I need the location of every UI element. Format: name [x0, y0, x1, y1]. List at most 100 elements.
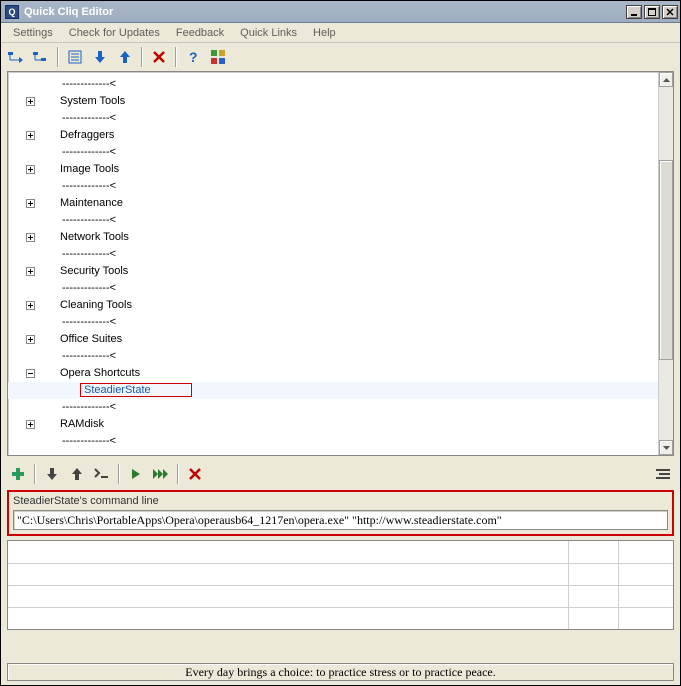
separator-label: -------------<	[61, 112, 117, 124]
maximize-button[interactable]	[644, 5, 660, 19]
arrow-up-icon[interactable]	[66, 463, 88, 485]
tree-separator[interactable]: -------------<	[8, 399, 658, 416]
menu-bar: Settings Check for Updates Feedback Quic…	[1, 23, 680, 43]
separator-icon	[118, 464, 120, 484]
separator-label: -------------<	[61, 401, 117, 413]
separator-label: -------------<	[61, 282, 117, 294]
separator-label: -------------<	[61, 78, 117, 90]
separator-icon	[177, 464, 179, 484]
tree-folder[interactable]: Defraggers	[8, 127, 658, 144]
play-icon[interactable]	[125, 463, 147, 485]
arrow-down-icon[interactable]	[41, 463, 63, 485]
plus-icon[interactable]	[7, 463, 29, 485]
scroll-up-button[interactable]	[659, 72, 673, 87]
command-line-input[interactable]	[13, 510, 668, 530]
tree-folder[interactable]: Maintenance	[8, 195, 658, 212]
tree-folder[interactable]: RAMdisk	[8, 416, 658, 433]
separator-label: -------------<	[61, 435, 117, 447]
app-icon: Q	[5, 5, 19, 19]
tree-folder[interactable]: Opera Shortcuts	[8, 365, 658, 382]
folder-label: Maintenance	[59, 197, 124, 209]
fast-forward-icon[interactable]	[150, 463, 172, 485]
separator-icon	[175, 47, 177, 67]
folder-label: Cleaning Tools	[59, 299, 133, 311]
window-title: Quick Cliq Editor	[24, 6, 624, 18]
arrow-down-blue-icon[interactable]	[89, 46, 111, 68]
expand-toggle-icon[interactable]	[26, 267, 35, 276]
apps-icon[interactable]	[207, 46, 229, 68]
folder-label: Opera Shortcuts	[59, 367, 141, 379]
tree-folder[interactable]: Cleaning Tools	[8, 297, 658, 314]
folder-label: System Tools	[59, 95, 126, 107]
expand-toggle-icon[interactable]	[26, 233, 35, 242]
tree-separator[interactable]: -------------<	[8, 76, 658, 93]
svg-text:?: ?	[189, 50, 198, 64]
title-bar: Q Quick Cliq Editor	[1, 1, 680, 23]
separator-icon	[34, 464, 36, 484]
tree-folder[interactable]: Network Tools	[8, 229, 658, 246]
separator-icon	[141, 47, 143, 67]
folder-label: Image Tools	[59, 163, 120, 175]
tree-separator[interactable]: -------------<	[8, 110, 658, 127]
tree-folder[interactable]: System Tools	[8, 93, 658, 110]
tree-item-selected[interactable]: SteadierState	[8, 382, 658, 399]
list-icon[interactable]	[64, 46, 86, 68]
main-toolbar: ?	[1, 43, 680, 71]
tree-collapse-icon[interactable]	[5, 46, 27, 68]
expand-toggle-icon[interactable]	[26, 97, 35, 106]
expand-toggle-icon[interactable]	[26, 369, 35, 378]
tree-separator[interactable]: -------------<	[8, 212, 658, 229]
scroll-down-button[interactable]	[659, 440, 673, 455]
vertical-scrollbar[interactable]	[658, 72, 673, 455]
expand-toggle-icon[interactable]	[26, 335, 35, 344]
minimize-button[interactable]	[626, 5, 642, 19]
align-icon[interactable]	[652, 463, 674, 485]
tree-folder[interactable]: Image Tools	[8, 161, 658, 178]
folder-label: RAMdisk	[59, 418, 105, 430]
separator-label: -------------<	[61, 316, 117, 328]
properties-grid[interactable]	[7, 540, 674, 630]
window-buttons	[624, 5, 678, 19]
expand-toggle-icon[interactable]	[26, 301, 35, 310]
delete-x-icon[interactable]	[184, 463, 206, 485]
menu-settings[interactable]: Settings	[5, 25, 61, 41]
tree-separator[interactable]: -------------<	[8, 433, 658, 450]
tree-separator[interactable]: -------------<	[8, 314, 658, 331]
scroll-thumb[interactable]	[659, 160, 673, 360]
menu-help[interactable]: Help	[305, 25, 344, 41]
prompt-icon[interactable]	[91, 463, 113, 485]
help-icon[interactable]: ?	[182, 46, 204, 68]
tree-separator[interactable]: -------------<	[8, 246, 658, 263]
tree-separator[interactable]: -------------<	[8, 280, 658, 297]
expand-toggle-icon[interactable]	[26, 165, 35, 174]
separator-label: -------------<	[61, 214, 117, 226]
tree-folder[interactable]: Office Suites	[8, 331, 658, 348]
command-line-panel: SteadierState's command line	[7, 490, 674, 536]
tree-separator[interactable]: -------------<	[8, 178, 658, 195]
expand-toggle-icon[interactable]	[26, 199, 35, 208]
expand-toggle-icon[interactable]	[26, 420, 35, 429]
separator-icon	[57, 47, 59, 67]
tree-folder[interactable]: Security Tools	[8, 263, 658, 280]
folder-label: Security Tools	[59, 265, 129, 277]
arrow-up-blue-icon[interactable]	[114, 46, 136, 68]
folder-label: Network Tools	[59, 231, 130, 243]
menu-updates[interactable]: Check for Updates	[61, 25, 168, 41]
folder-label: Office Suites	[59, 333, 123, 345]
delete-x-icon[interactable]	[148, 46, 170, 68]
tree-separator[interactable]: -------------<	[8, 144, 658, 161]
tree-view[interactable]: -------------< System Tools -------------<…	[7, 71, 674, 456]
close-button[interactable]	[662, 5, 678, 19]
folder-label: Defraggers	[59, 129, 115, 141]
item-label: SteadierState	[80, 383, 192, 397]
command-line-label: SteadierState's command line	[13, 495, 668, 510]
menu-feedback[interactable]: Feedback	[168, 25, 232, 41]
tree-expand-icon[interactable]	[30, 46, 52, 68]
status-bar: Every day brings a choice: to practice s…	[7, 663, 674, 681]
menu-quicklinks[interactable]: Quick Links	[232, 25, 305, 41]
lower-toolbar	[7, 462, 674, 486]
separator-label: -------------<	[61, 180, 117, 192]
status-text: Every day brings a choice: to practice s…	[185, 665, 496, 680]
tree-separator[interactable]: -------------<	[8, 348, 658, 365]
expand-toggle-icon[interactable]	[26, 131, 35, 140]
